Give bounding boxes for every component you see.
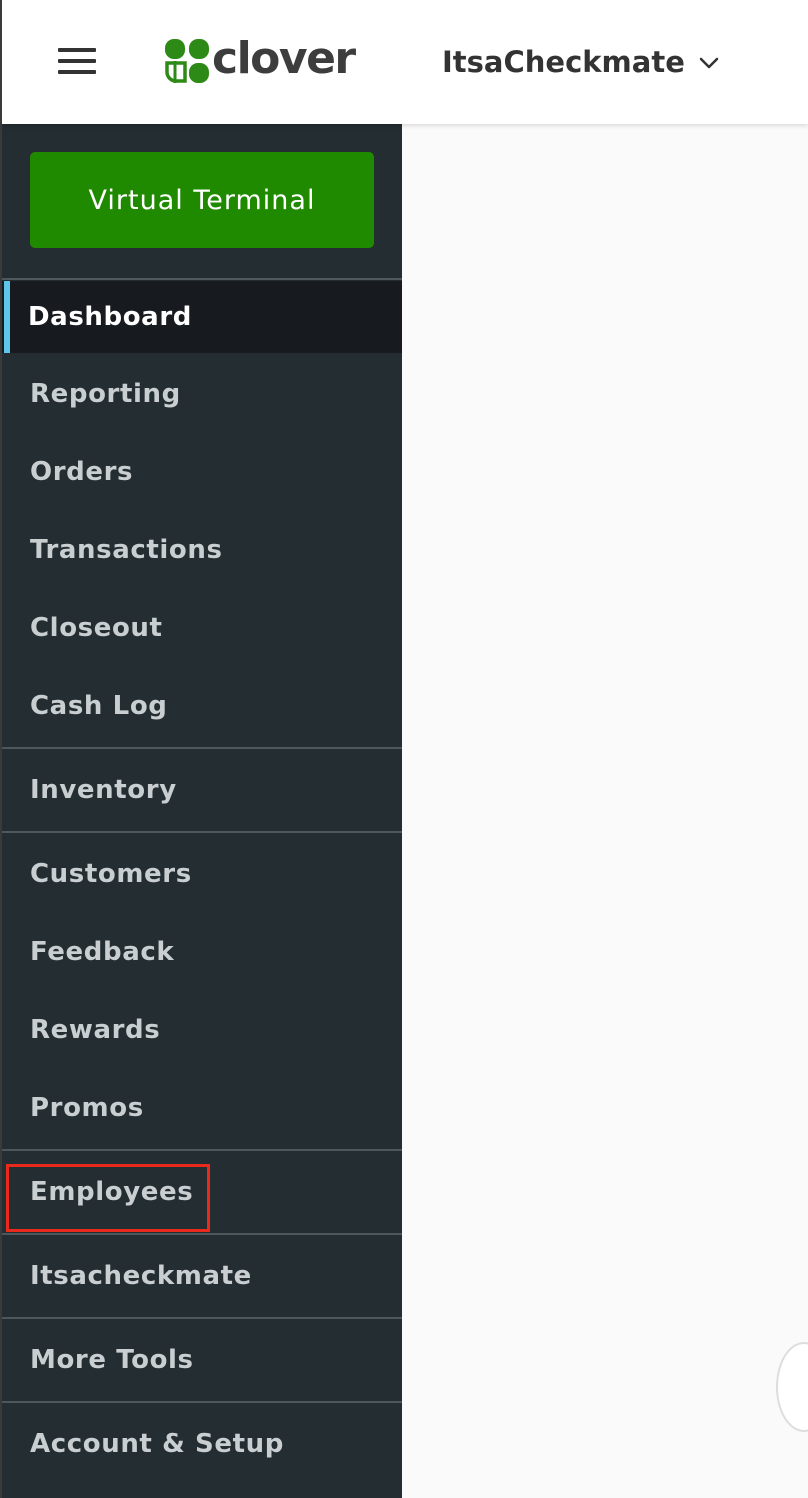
sidebar-item-label: Feedback: [30, 937, 175, 967]
divider: [2, 1401, 402, 1403]
active-indicator: [4, 281, 10, 353]
sidebar-item-label: Itsacheckmate: [30, 1261, 252, 1291]
sidebar-item-label: Transactions: [30, 535, 223, 565]
floating-action-button[interactable]: [776, 1342, 808, 1432]
sidebar-item-transactions[interactable]: Transactions: [2, 511, 402, 589]
sidebar-item-label: Dashboard: [28, 302, 192, 332]
sidebar-item-label: Closeout: [30, 613, 163, 643]
sidebar-item-label: Cash Log: [30, 691, 168, 721]
sidebar-item-orders[interactable]: Orders: [2, 433, 402, 511]
hamburger-menu-icon[interactable]: [58, 48, 96, 74]
sidebar-item-promos[interactable]: Promos: [2, 1069, 402, 1147]
divider: [2, 1317, 402, 1319]
merchant-switcher[interactable]: ItsaCheckmate: [442, 40, 719, 84]
sidebar-item-label: Account & Setup: [30, 1429, 284, 1459]
window-edge: [0, 0, 2, 1498]
top-header: clover ItsaCheckmate: [2, 0, 808, 124]
sidebar-item-account-setup[interactable]: Account & Setup: [2, 1404, 402, 1484]
sidebar-item-label: Rewards: [30, 1015, 161, 1045]
sidebar-item-more-tools[interactable]: More Tools: [2, 1320, 402, 1400]
sidebar-item-label: Employees: [30, 1177, 194, 1207]
divider: [2, 1233, 402, 1235]
virtual-terminal-button[interactable]: Virtual Terminal: [30, 152, 374, 248]
sidebar-item-label: Reporting: [30, 379, 181, 409]
sidebar-item-cash-log[interactable]: Cash Log: [2, 667, 402, 745]
sidebar-item-inventory[interactable]: Inventory: [2, 750, 402, 830]
clover-logo[interactable]: clover: [164, 32, 356, 86]
divider: [2, 1149, 402, 1151]
divider: [2, 747, 402, 749]
merchant-name: ItsaCheckmate: [442, 45, 685, 79]
sidebar-item-label: Inventory: [30, 775, 177, 805]
divider: [2, 278, 402, 280]
sidebar-item-feedback[interactable]: Feedback: [2, 913, 402, 991]
sidebar-nav: Virtual Terminal Dashboard Reporting Ord…: [2, 124, 402, 1498]
sidebar-item-label: More Tools: [30, 1345, 194, 1375]
sidebar-item-customers[interactable]: Customers: [2, 835, 402, 913]
sidebar-item-label: Orders: [30, 457, 134, 487]
chevron-down-icon: [699, 57, 719, 69]
clover-leaf-icon: [165, 39, 209, 83]
sidebar-item-dashboard[interactable]: Dashboard: [2, 281, 402, 353]
logo-wordmark: clover: [212, 32, 356, 84]
sidebar-item-rewards[interactable]: Rewards: [2, 991, 402, 1069]
sidebar-item-closeout[interactable]: Closeout: [2, 589, 402, 667]
sidebar-item-employees[interactable]: Employees: [2, 1152, 402, 1232]
sidebar-item-itsacheckmate[interactable]: Itsacheckmate: [2, 1236, 402, 1316]
sidebar-item-reporting[interactable]: Reporting: [2, 355, 402, 433]
sidebar-item-label: Customers: [30, 859, 192, 889]
sidebar-item-label: Promos: [30, 1093, 144, 1123]
divider: [2, 831, 402, 833]
